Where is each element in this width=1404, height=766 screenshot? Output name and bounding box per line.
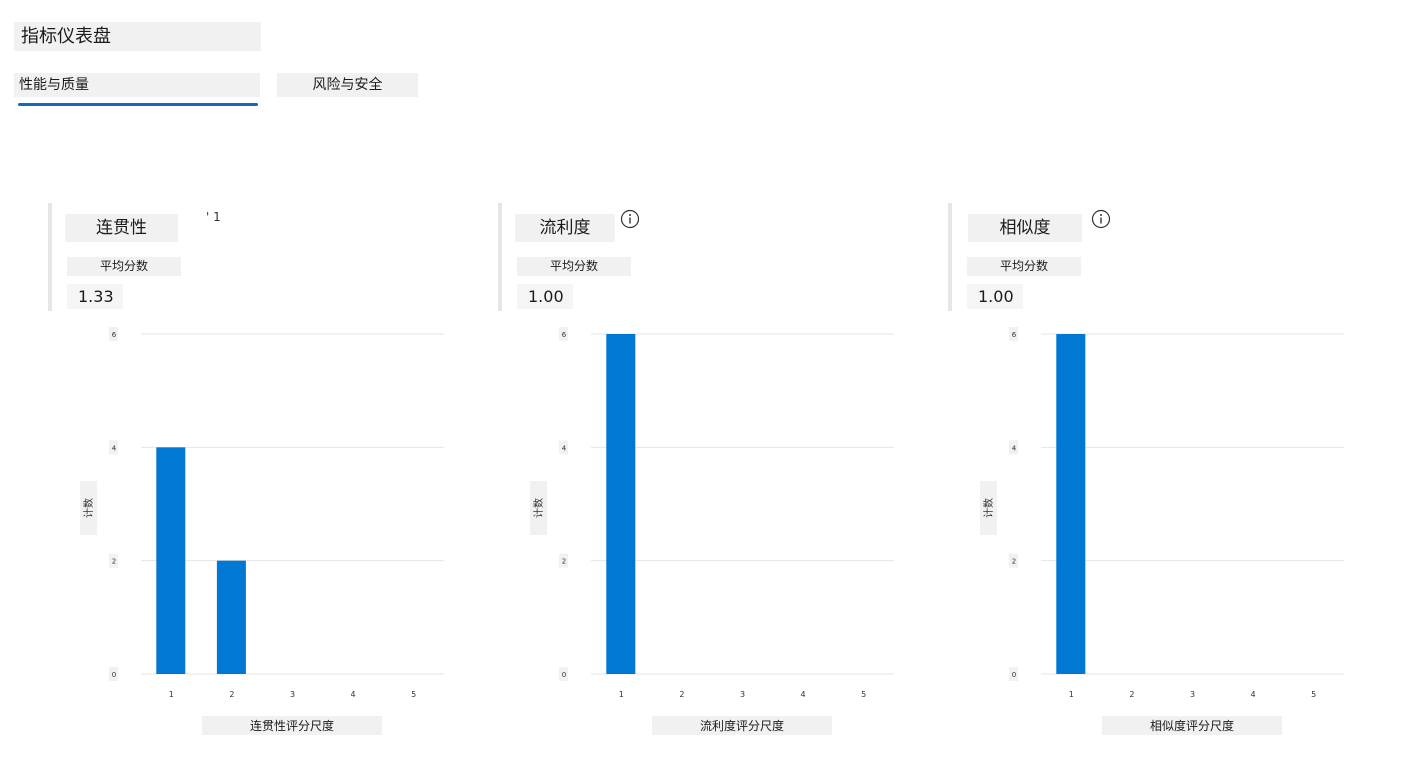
fluency-chart: 0 2 4 6 1 2 3 4 5 计数流利度评分尺度 bbox=[530, 327, 894, 735]
panel-accent-bar bbox=[948, 203, 952, 311]
coherence-chart: 0 2 4 6 1 2 3 4 5 计数连贯性评分尺度 bbox=[80, 327, 444, 735]
x-tick-label: 2 bbox=[229, 690, 234, 699]
active-tab-indicator bbox=[18, 103, 258, 106]
bar bbox=[216, 560, 246, 674]
x-tick-label: 2 bbox=[1129, 690, 1134, 699]
avg-score-value: 1.33 bbox=[67, 284, 123, 309]
x-tick-label: 2 bbox=[679, 690, 684, 699]
metric-title: 连贯性 bbox=[65, 214, 178, 242]
x-tick-label: 4 bbox=[1251, 690, 1256, 699]
info-icon[interactable] bbox=[1091, 209, 1111, 229]
coherence-panel: 连贯性 ' 1 平均分数 1.33 0 2 4 6 1 2 3 4 5 计数连贯性评分尺度 bbox=[48, 203, 448, 743]
y-tick-label: 4 bbox=[1012, 444, 1017, 452]
x-axis-label: 相似度评分尺度 bbox=[1150, 718, 1234, 733]
y-tick-label: 4 bbox=[562, 444, 567, 452]
y-tick-label: 6 bbox=[1012, 331, 1017, 339]
x-tick-label: 3 bbox=[1190, 690, 1195, 699]
similarity-chart: 0 2 4 6 1 2 3 4 5 计数相似度评分尺度 bbox=[980, 327, 1344, 735]
x-tick-label: 1 bbox=[619, 690, 624, 699]
x-tick-label: 5 bbox=[861, 690, 866, 699]
y-tick-label: 2 bbox=[562, 558, 566, 566]
y-tick-label: 0 bbox=[112, 671, 116, 679]
y-tick-label: 0 bbox=[1012, 671, 1016, 679]
y-axis-label: 计数 bbox=[82, 498, 95, 518]
x-axis-label: 连贯性评分尺度 bbox=[250, 718, 334, 733]
metric-title: 流利度 bbox=[515, 214, 615, 242]
tab-label: 性能与质量 bbox=[19, 77, 89, 93]
info-icon[interactable] bbox=[620, 209, 640, 229]
x-tick-label: 4 bbox=[801, 690, 806, 699]
x-axis-label: 流利度评分尺度 bbox=[700, 718, 784, 733]
x-tick-label: 1 bbox=[1069, 690, 1074, 699]
bar bbox=[156, 447, 186, 674]
fluency-panel: 流利度 平均分数 1.00 0 2 4 6 1 2 3 4 5 计数流利度评分尺度 bbox=[498, 203, 898, 743]
y-tick-label: 0 bbox=[562, 671, 566, 679]
panel-accent-bar bbox=[48, 203, 52, 311]
y-tick-label: 2 bbox=[112, 558, 116, 566]
avg-score-label: 平均分数 bbox=[67, 257, 181, 276]
y-tick-label: 2 bbox=[1012, 558, 1016, 566]
tab-performance-quality[interactable]: 性能与质量 bbox=[14, 73, 260, 106]
avg-score-value: 1.00 bbox=[517, 284, 573, 309]
avg-score-label: 平均分数 bbox=[517, 257, 631, 276]
title-marker: ' 1 bbox=[206, 210, 221, 224]
y-tick-label: 6 bbox=[112, 331, 117, 339]
tab-label: 风险与安全 bbox=[312, 77, 383, 93]
y-axis-label: 计数 bbox=[982, 498, 995, 518]
y-axis-label: 计数 bbox=[532, 498, 545, 518]
tab-risk-safety[interactable]: 风险与安全 bbox=[277, 73, 418, 97]
panel-accent-bar bbox=[498, 203, 502, 311]
x-tick-label: 3 bbox=[740, 690, 745, 699]
x-tick-label: 3 bbox=[290, 690, 295, 699]
page-title: 指标仪表盘 bbox=[14, 22, 261, 51]
similarity-panel: 相似度 平均分数 1.00 0 2 4 6 1 2 3 4 5 计数相似度评分尺度 bbox=[948, 203, 1348, 743]
avg-score-label: 平均分数 bbox=[967, 257, 1081, 276]
x-tick-label: 5 bbox=[411, 690, 416, 699]
x-tick-label: 5 bbox=[1311, 690, 1316, 699]
avg-score-value: 1.00 bbox=[967, 284, 1023, 309]
y-tick-label: 4 bbox=[112, 444, 117, 452]
metric-title: 相似度 bbox=[968, 214, 1082, 242]
x-tick-label: 1 bbox=[169, 690, 174, 699]
bar bbox=[606, 334, 636, 674]
x-tick-label: 4 bbox=[351, 690, 356, 699]
y-tick-label: 6 bbox=[562, 331, 567, 339]
bar bbox=[1056, 334, 1086, 674]
